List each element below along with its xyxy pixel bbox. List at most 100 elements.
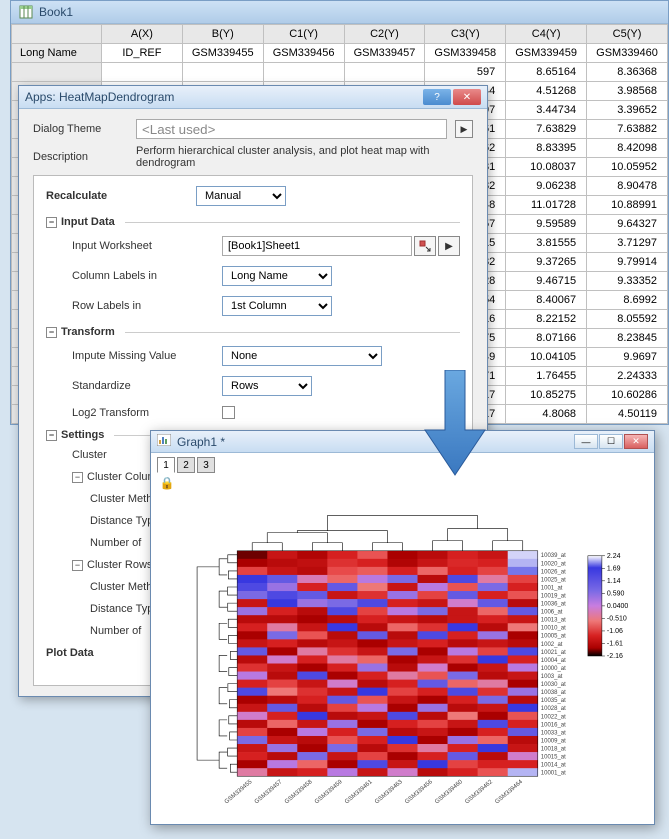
cell[interactable]: 10.05952 (587, 158, 668, 177)
cell[interactable]: 7.63882 (587, 120, 668, 139)
dialog-theme-input[interactable] (136, 119, 447, 139)
cell[interactable]: ID_REF (102, 44, 183, 63)
transform-toggle[interactable]: − (46, 327, 57, 338)
row-labels-select[interactable]: 1st Column (222, 296, 332, 316)
cell[interactable]: 8.40067 (506, 291, 587, 310)
cell[interactable]: 9.37265 (506, 253, 587, 272)
svg-text:1002_at: 1002_at (541, 642, 563, 648)
cell[interactable]: GSM339460 (587, 44, 668, 63)
svg-text:-2.16: -2.16 (607, 653, 623, 660)
description-label: Description (33, 151, 128, 163)
column-labels-select[interactable]: Long Name (222, 266, 332, 286)
cell[interactable]: 3.39652 (587, 101, 668, 120)
cell[interactable]: 8.36368 (587, 63, 668, 82)
cell[interactable]: 9.06238 (506, 177, 587, 196)
maximize-button[interactable]: ☐ (599, 434, 623, 449)
recalculate-select[interactable]: Manual (196, 186, 286, 206)
select-range-button[interactable] (414, 236, 436, 256)
cell[interactable]: GSM339457 (344, 44, 425, 63)
svg-text:-0.510: -0.510 (607, 615, 627, 622)
input-worksheet-field[interactable] (222, 236, 412, 256)
cell[interactable] (344, 63, 425, 82)
cell[interactable]: 10.88991 (587, 196, 668, 215)
col-header[interactable]: C3(Y) (425, 25, 506, 44)
cell[interactable]: GSM339459 (506, 44, 587, 63)
svg-text:1.69: 1.69 (607, 565, 621, 572)
cell[interactable]: 8.22152 (506, 310, 587, 329)
cell[interactable]: 8.05592 (587, 310, 668, 329)
cell[interactable]: GSM339458 (425, 44, 506, 63)
col-header[interactable]: A(X) (102, 25, 183, 44)
row-header[interactable] (12, 63, 102, 82)
heatmap-plot[interactable]: 10039_at10020_at10026_at10025_at1001_at1… (157, 491, 648, 831)
data-row: 5978.651648.36368 (12, 63, 668, 82)
dialog-titlebar[interactable]: Apps: HeatMapDendrogram ? ✕ (19, 86, 487, 109)
cell[interactable]: 9.46715 (506, 272, 587, 291)
cell[interactable]: 10.85275 (506, 386, 587, 405)
cell[interactable]: 9.33352 (587, 272, 668, 291)
theme-flyout-button[interactable]: ▶ (455, 120, 473, 138)
cell[interactable]: 9.64327 (587, 215, 668, 234)
cluster-rows-toggle[interactable]: − (72, 560, 83, 571)
layer-tab-3[interactable]: 3 (197, 457, 215, 473)
cell[interactable]: 3.98568 (587, 82, 668, 101)
cell[interactable]: 2.24333 (587, 367, 668, 386)
impute-select[interactable]: None (222, 346, 382, 366)
col-header[interactable]: C4(Y) (506, 25, 587, 44)
col-header[interactable]: C2(Y) (344, 25, 425, 44)
layer-tab-2[interactable]: 2 (177, 457, 195, 473)
cell[interactable]: 7.63829 (506, 120, 587, 139)
cell[interactable]: 597 (425, 63, 506, 82)
col-header[interactable]: C1(Y) (263, 25, 344, 44)
range-flyout-button[interactable]: ▶ (438, 236, 460, 256)
graph-close-button[interactable]: ✕ (624, 434, 648, 449)
cell[interactable]: 8.07166 (506, 329, 587, 348)
input-data-toggle[interactable]: − (46, 217, 57, 228)
cluster-cols-toggle[interactable]: − (72, 472, 83, 483)
graph-titlebar[interactable]: Graph1 * — ☐ ✕ (151, 431, 654, 453)
cell[interactable] (263, 63, 344, 82)
cell[interactable]: 3.81555 (506, 234, 587, 253)
cell[interactable]: 10.60286 (587, 386, 668, 405)
cell[interactable]: 4.51268 (506, 82, 587, 101)
svg-text:GSM339464: GSM339464 (494, 779, 524, 806)
svg-text:10016_at: 10016_at (541, 722, 566, 728)
minimize-button[interactable]: — (574, 434, 598, 449)
svg-text:10030_at: 10030_at (541, 682, 566, 688)
svg-text:10014_at: 10014_at (541, 763, 566, 769)
cell[interactable]: 8.90478 (587, 177, 668, 196)
col-header[interactable]: C5(Y) (587, 25, 668, 44)
cell[interactable]: 8.23845 (587, 329, 668, 348)
layer-tab-1[interactable]: 1 (157, 457, 175, 473)
close-button[interactable]: ✕ (453, 89, 481, 105)
cell[interactable]: 8.42098 (587, 139, 668, 158)
settings-group: Settings (61, 429, 104, 441)
settings-toggle[interactable]: − (46, 430, 57, 441)
col-header[interactable]: B(Y) (182, 25, 263, 44)
cell[interactable]: 9.9697 (587, 348, 668, 367)
cell[interactable]: 3.44734 (506, 101, 587, 120)
log2-checkbox[interactable] (222, 406, 235, 419)
cell[interactable] (182, 63, 263, 82)
cell[interactable] (102, 63, 183, 82)
cell[interactable]: GSM339455 (182, 44, 263, 63)
cell[interactable]: 11.01728 (506, 196, 587, 215)
cell[interactable]: 4.8068 (506, 405, 587, 424)
cell[interactable]: 9.79914 (587, 253, 668, 272)
cell[interactable]: 10.08037 (506, 158, 587, 177)
cell[interactable]: 9.59589 (506, 215, 587, 234)
cell[interactable]: 3.71297 (587, 234, 668, 253)
standardize-select[interactable]: Rows (222, 376, 312, 396)
cell[interactable]: 8.6992 (587, 291, 668, 310)
svg-text:10035_at: 10035_at (541, 698, 566, 704)
cell[interactable]: 8.65164 (506, 63, 587, 82)
help-button[interactable]: ? (423, 89, 451, 105)
cell[interactable]: GSM339456 (263, 44, 344, 63)
cell[interactable]: 10.04105 (506, 348, 587, 367)
cell[interactable]: 4.50119 (587, 405, 668, 424)
cell[interactable]: 8.83395 (506, 139, 587, 158)
cell[interactable]: 1.76455 (506, 367, 587, 386)
corner-cell (12, 25, 102, 44)
svg-text:10004_at: 10004_at (541, 658, 566, 664)
row-labels-label: Row Labels in (72, 300, 222, 312)
